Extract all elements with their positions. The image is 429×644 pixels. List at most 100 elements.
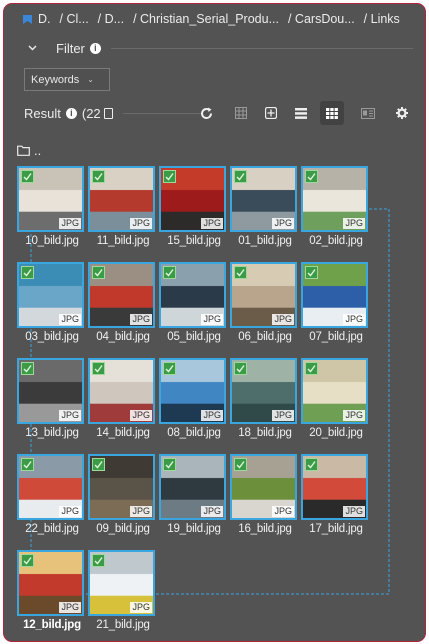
file-thumbnail[interactable]: JPG [230,166,297,232]
link-status-icon [234,458,247,471]
file-tile[interactable]: JPG 04_bild.jpg [88,262,155,343]
file-type-badge: JPG [201,314,223,325]
breadcrumb-item[interactable]: / Christian_Serial_Produ... [133,12,279,26]
link-status-icon [163,170,176,183]
file-type-badge: JPG [343,506,365,517]
folder-icon [17,145,30,156]
grid-plus-icon [265,107,277,119]
breadcrumb-item[interactable]: / D... [98,12,124,26]
refresh-button[interactable] [194,101,218,125]
divider [122,112,203,114]
file-thumbnail[interactable]: JPG [88,454,155,520]
chevron-down-icon[interactable] [28,43,38,54]
file-thumbnail[interactable]: JPG [301,166,368,232]
file-thumbnail[interactable]: JPG [88,358,155,424]
link-status-icon [234,170,247,183]
info-icon[interactable]: i [65,107,77,119]
file-tile[interactable]: JPG 18_bild.jpg [230,358,297,439]
file-name: 16_bild.jpg [238,523,292,535]
file-thumbnail[interactable]: JPG [301,454,368,520]
file-name: 13_bild.jpg [25,427,79,439]
file-name: 07_bild.jpg [309,331,363,343]
grid-plus-view-button[interactable] [259,101,283,125]
breadcrumb-item[interactable]: D. [38,12,51,26]
file-thumbnail[interactable]: JPG [301,262,368,328]
list-icon [295,107,307,119]
file-type-badge: JPG [130,410,152,421]
file-name: 11_bild.jpg [96,235,150,247]
file-tile[interactable]: JPG 14_bild.jpg [88,358,155,439]
file-thumbnail[interactable]: JPG [17,262,84,328]
file-thumbnail[interactable]: JPG [159,262,226,328]
file-thumbnail[interactable]: JPG [88,262,155,328]
file-tile[interactable]: JPG 05_bild.jpg [159,262,226,343]
result-label: Result [24,105,61,121]
file-tile[interactable]: JPG 01_bild.jpg [230,166,297,247]
file-name: 15_bild.jpg [167,235,221,247]
file-tile[interactable]: JPG 06_bild.jpg [230,262,297,343]
keywords-dropdown[interactable]: Keywords ⌄ [24,68,110,91]
file-thumbnail[interactable]: JPG [88,166,155,232]
parent-folder-item[interactable]: .. [17,142,41,158]
breadcrumb-item[interactable]: / CarsDou... [288,12,355,26]
file-type-badge: JPG [343,314,365,325]
file-thumbnail[interactable]: JPG [17,454,84,520]
link-status-icon [92,266,105,279]
file-thumbnail[interactable]: JPG [17,550,84,616]
file-tile[interactable]: JPG 17_bild.jpg [301,454,368,535]
file-thumbnail[interactable]: JPG [230,262,297,328]
breadcrumb-item[interactable]: / Cl... [60,12,89,26]
file-name: 20_bild.jpg [309,427,363,439]
file-type-badge: JPG [272,314,294,325]
file-tile[interactable]: JPG 15_bild.jpg [159,166,226,247]
file-tile[interactable]: JPG 21_bild.jpg [88,550,155,631]
file-tile[interactable]: JPG 19_bild.jpg [159,454,226,535]
info-icon[interactable]: i [89,42,101,54]
divider [110,47,413,49]
link-status-icon [163,266,176,279]
keywords-label: Keywords [31,73,80,86]
file-type-badge: JPG [130,218,152,229]
file-tile[interactable]: JPG 13_bild.jpg [17,358,84,439]
file-thumbnail[interactable]: JPG [17,166,84,232]
file-tile[interactable]: JPG 07_bild.jpg [301,262,368,343]
breadcrumb-item[interactable]: / Links [364,12,400,26]
grid-large-view-button[interactable] [320,101,344,125]
file-thumbnail[interactable]: JPG [88,550,155,616]
file-tile[interactable]: JPG 08_bild.jpg [159,358,226,439]
file-tile[interactable]: JPG 12_bild.jpg [17,550,84,631]
grid-small-view-button[interactable] [229,101,253,125]
file-thumbnail[interactable]: JPG [301,358,368,424]
file-tile[interactable]: JPG 22_bild.jpg [17,454,84,535]
parent-folder-label: .. [34,142,42,158]
file-tile[interactable]: JPG 20_bild.jpg [301,358,368,439]
file-name: 05_bild.jpg [167,331,221,343]
file-type-badge: JPG [201,410,223,421]
link-status-icon [163,458,176,471]
list-view-button[interactable] [289,101,313,125]
file-thumbnail[interactable]: JPG [159,358,226,424]
file-tile[interactable]: JPG 09_bild.jpg [88,454,155,535]
filter-header[interactable]: Filter i [4,36,425,60]
file-type-badge: JPG [130,602,152,613]
file-name: 06_bild.jpg [238,331,292,343]
file-thumbnail[interactable]: JPG [230,454,297,520]
file-name: 08_bild.jpg [167,427,221,439]
file-name: 22_bild.jpg [25,523,79,535]
card-view-button[interactable] [356,101,380,125]
link-status-icon [305,266,318,279]
file-thumbnail[interactable]: JPG [159,166,226,232]
file-type-badge: JPG [272,218,294,229]
link-status-icon [92,170,105,183]
refresh-icon [200,107,212,119]
file-tile[interactable]: JPG 11_bild.jpg [88,166,155,247]
file-tile[interactable]: JPG 10_bild.jpg [17,166,84,247]
file-tile[interactable]: JPG 03_bild.jpg [17,262,84,343]
file-type-badge: JPG [272,506,294,517]
settings-button[interactable] [390,101,414,125]
file-tile[interactable]: JPG 02_bild.jpg [301,166,368,247]
file-thumbnail[interactable]: JPG [17,358,84,424]
file-tile[interactable]: JPG 16_bild.jpg [230,454,297,535]
file-thumbnail[interactable]: JPG [230,358,297,424]
file-thumbnail[interactable]: JPG [159,454,226,520]
